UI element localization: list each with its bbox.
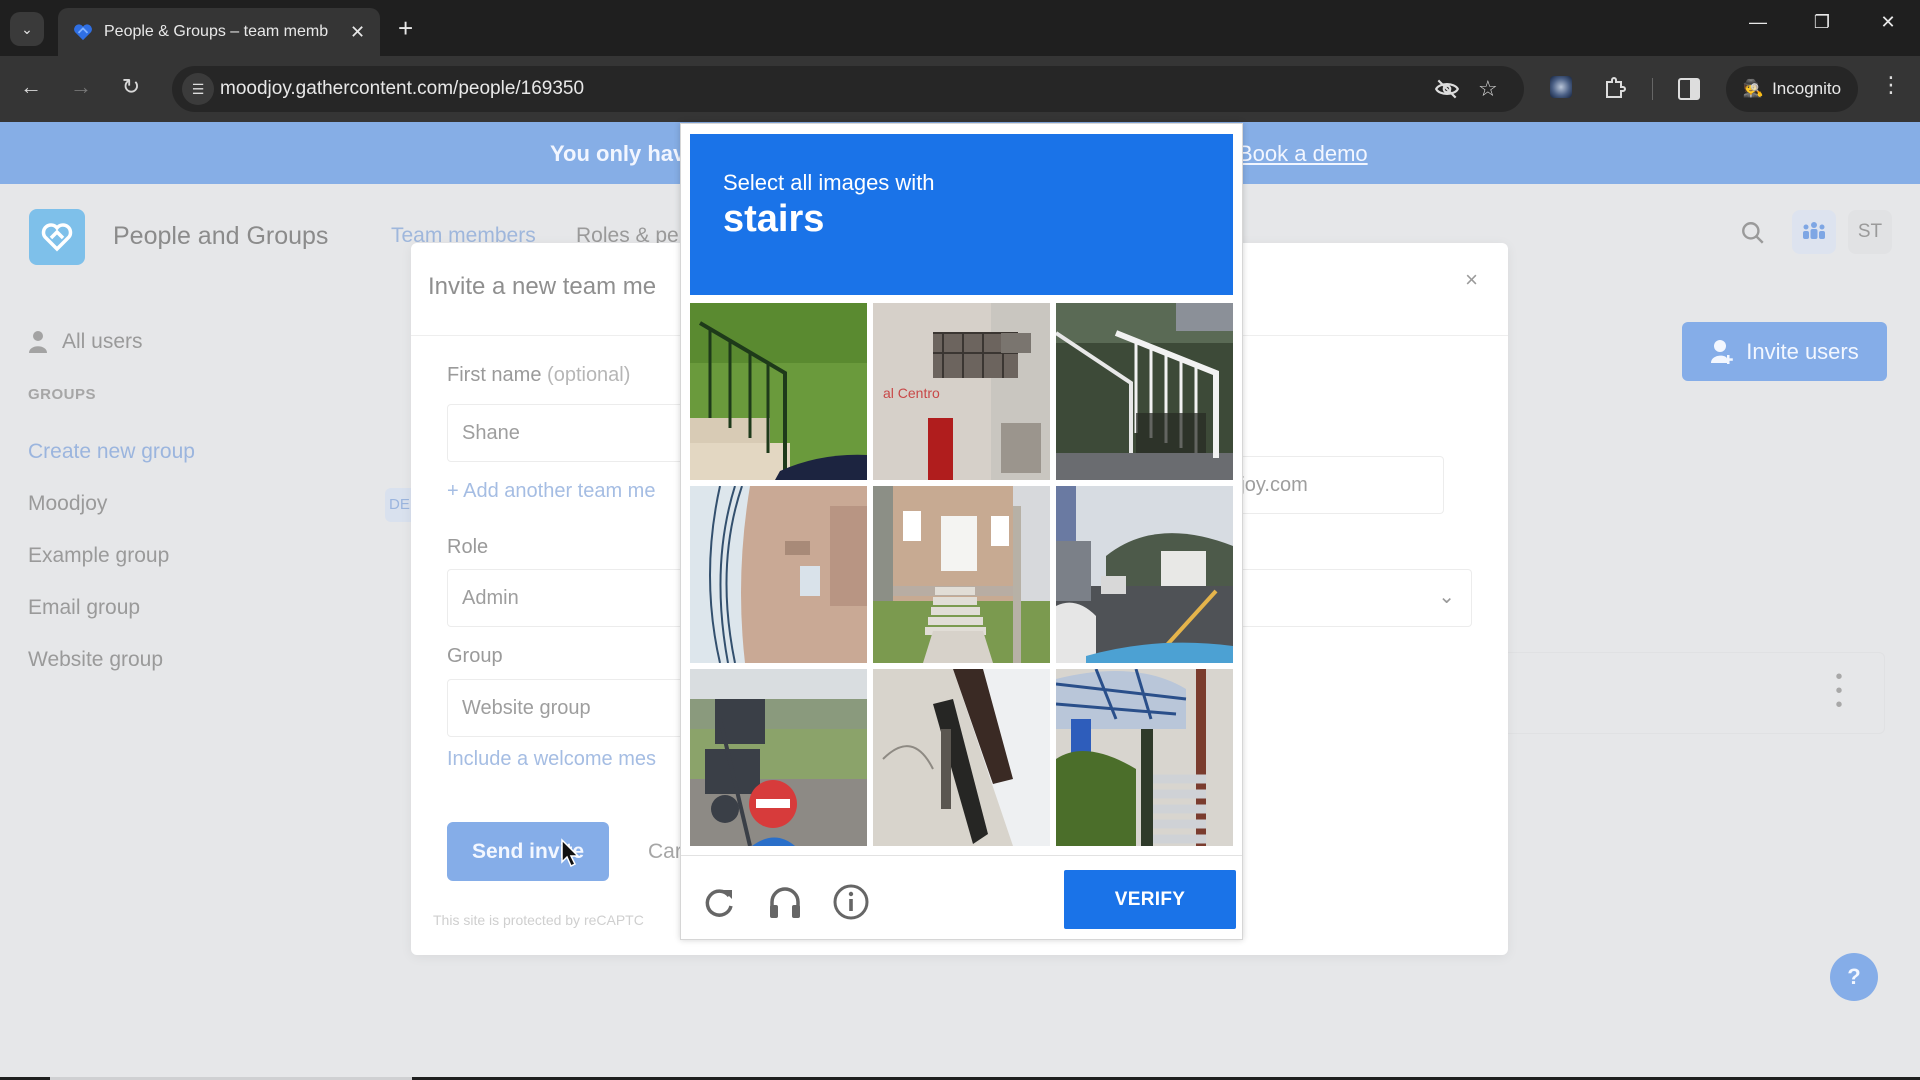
incognito-label: Incognito xyxy=(1772,79,1842,98)
captcha-header: Select all images with stairs xyxy=(690,134,1233,295)
role-label: Role xyxy=(447,536,489,558)
cancel-button[interactable]: Car xyxy=(648,840,682,864)
tab-search-icon[interactable]: ⌄ xyxy=(10,12,44,46)
side-panel-icon[interactable] xyxy=(1678,78,1700,100)
bookmark-star-icon[interactable]: ☆ xyxy=(1478,76,1498,102)
invite-users-label: Invite users xyxy=(1746,338,1859,364)
browser-toolbar: ← → ↻ ☰ moodjoy.gathercontent.com/people… xyxy=(0,56,1920,122)
invite-users-button[interactable]: Invite users xyxy=(1682,322,1887,381)
dialog-title: Invite a new team me xyxy=(428,273,657,300)
eye-off-icon[interactable] xyxy=(1434,76,1460,102)
reload-icon[interactable]: ↻ xyxy=(116,74,146,100)
close-icon[interactable]: × xyxy=(1465,267,1478,293)
new-tab-icon[interactable]: + xyxy=(398,14,413,42)
groups-heading: GROUPS xyxy=(28,386,97,403)
sidebar-item-website-group[interactable]: Website group xyxy=(28,648,163,672)
headphones-icon[interactable] xyxy=(765,882,805,922)
sidebar-item-email-group[interactable]: Email group xyxy=(28,596,140,620)
extension-avatar-icon[interactable] xyxy=(1550,76,1572,98)
captcha-tile[interactable] xyxy=(690,486,867,663)
incognito-icon: 🕵 xyxy=(1742,79,1765,98)
toolbar-divider xyxy=(1652,78,1653,100)
first-name-label-text: First name xyxy=(447,364,542,386)
reload-icon[interactable] xyxy=(699,882,739,922)
add-another-member-link[interactable]: + Add another team me xyxy=(447,480,655,503)
favicon-heart-icon xyxy=(74,24,92,41)
all-users-label: All users xyxy=(62,330,143,353)
close-icon[interactable]: ✕ xyxy=(350,22,365,43)
mouse-cursor-icon xyxy=(561,838,580,868)
sidebar-item-example-group[interactable]: Example group xyxy=(28,544,169,568)
captcha-divider xyxy=(681,855,1242,856)
user-icon xyxy=(29,331,47,353)
create-new-group-link[interactable]: Create new group xyxy=(28,440,195,464)
add-user-icon xyxy=(1711,339,1734,364)
sidebar-item-all-users[interactable]: All users xyxy=(28,330,143,354)
captcha-tile[interactable] xyxy=(1056,669,1233,846)
captcha-instruction: Select all images with xyxy=(723,170,935,195)
logo-heart-icon xyxy=(41,223,73,252)
forward-icon[interactable]: → xyxy=(66,74,96,100)
puzzle-extensions-icon[interactable] xyxy=(1602,77,1626,101)
user-avatar[interactable]: ST xyxy=(1848,210,1892,254)
minimize-icon[interactable]: — xyxy=(1738,12,1778,33)
captcha-tile[interactable] xyxy=(873,486,1050,663)
incognito-badge[interactable]: 🕵 Incognito xyxy=(1726,66,1858,112)
verify-button[interactable]: VERIFY xyxy=(1064,870,1236,929)
address-bar[interactable]: ☰ moodjoy.gathercontent.com/people/16935… xyxy=(172,66,1524,112)
svg-text:al Centro: al Centro xyxy=(883,385,940,401)
window-close-icon[interactable]: ✕ xyxy=(1868,12,1908,33)
captcha-tile[interactable] xyxy=(1056,303,1233,480)
more-menu-icon[interactable]: ⋮ xyxy=(1880,72,1902,98)
chevron-down-icon: ⌄ xyxy=(1438,586,1455,608)
url-text[interactable]: moodjoy.gathercontent.com/people/169350 xyxy=(220,78,584,100)
recaptcha-notice: This site is protected by reCAPTC xyxy=(433,912,644,928)
help-button[interactable]: ? xyxy=(1830,953,1878,1001)
first-name-input[interactable]: Shane xyxy=(447,404,687,462)
first-name-label: First name (optional) xyxy=(447,364,630,387)
group-label: Group xyxy=(447,645,503,667)
app-logo[interactable] xyxy=(29,209,85,265)
site-info-icon[interactable]: ☰ xyxy=(182,73,214,105)
search-icon[interactable] xyxy=(1740,220,1766,246)
restore-icon[interactable]: ❐ xyxy=(1802,12,1842,33)
captcha-tile[interactable] xyxy=(690,303,867,480)
captcha-tile[interactable] xyxy=(690,669,867,846)
sidebar: All users GROUPS Create new group Moodjo… xyxy=(0,296,425,1077)
captcha-tile[interactable]: al Centro xyxy=(873,303,1050,480)
tab-title: People & Groups – team memb xyxy=(104,23,329,40)
browser-tabstrip: ⌄ People & Groups – team memb ✕ + — ❐ ✕ xyxy=(0,0,1920,56)
optional-hint: (optional) xyxy=(547,364,631,386)
captcha-tile[interactable] xyxy=(873,669,1050,846)
app-title: People and Groups xyxy=(113,222,329,250)
people-groups-icon[interactable] xyxy=(1792,210,1836,254)
sidebar-item-moodjoy[interactable]: Moodjoy xyxy=(28,492,107,516)
group-select[interactable]: Website group xyxy=(447,679,687,737)
captcha-grid: al Centro xyxy=(690,303,1233,846)
info-icon[interactable] xyxy=(831,882,871,922)
send-invite-button[interactable]: Send invite xyxy=(447,822,609,881)
book-demo-link[interactable]: Book a demo xyxy=(1238,141,1368,167)
recaptcha-challenge: Select all images with stairs al Centro … xyxy=(680,123,1243,940)
kebab-menu-icon[interactable]: • • • xyxy=(1832,667,1846,715)
banner-text: You only hav xyxy=(550,141,686,166)
browser-tab[interactable]: People & Groups – team memb ✕ xyxy=(58,8,380,56)
back-icon[interactable]: ← xyxy=(16,74,46,100)
welcome-message-link[interactable]: Include a welcome mes xyxy=(447,748,656,771)
role-select[interactable]: Admin xyxy=(447,569,687,627)
captcha-target: stairs xyxy=(723,198,825,240)
team-member-row xyxy=(1500,652,1885,734)
captcha-tile[interactable] xyxy=(1056,486,1233,663)
